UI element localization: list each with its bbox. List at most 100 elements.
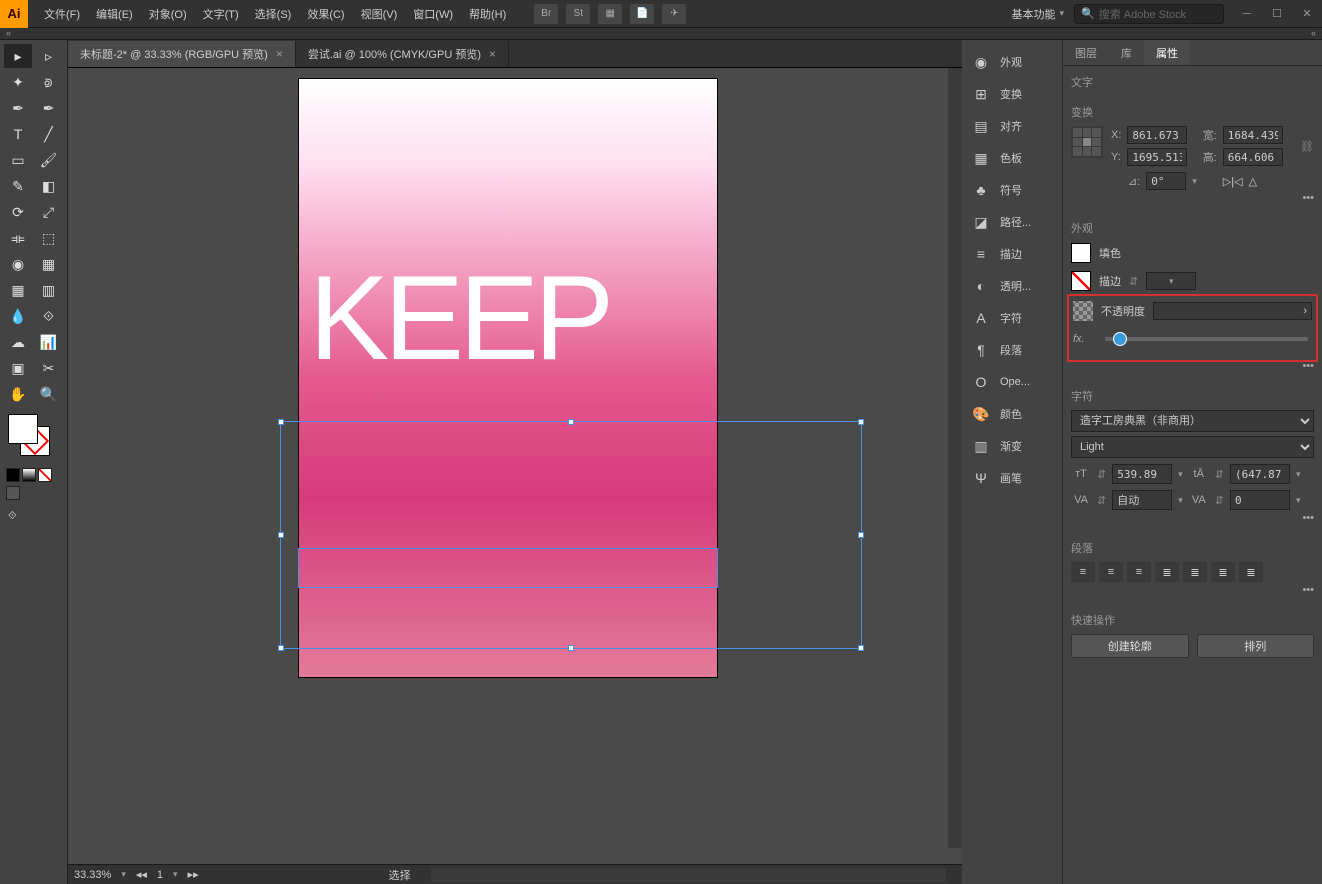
gradient-mode-swatch[interactable] bbox=[22, 468, 36, 482]
doc-icon[interactable]: 📄 bbox=[630, 4, 654, 24]
menu-window[interactable]: 窗口(W) bbox=[405, 0, 461, 28]
menu-edit[interactable]: 编辑(E) bbox=[88, 0, 141, 28]
align-center-button[interactable]: ≡ bbox=[1099, 562, 1123, 582]
angle-input[interactable] bbox=[1146, 172, 1186, 190]
x-input[interactable] bbox=[1127, 126, 1187, 144]
menu-help[interactable]: 帮助(H) bbox=[461, 0, 514, 28]
bridge-icon[interactable]: Br bbox=[534, 4, 558, 24]
more-options-icon[interactable]: ••• bbox=[1071, 358, 1314, 374]
blend-tool[interactable]: ⟐ bbox=[35, 304, 63, 328]
tracking-stepper[interactable]: ⇵ bbox=[1215, 494, 1224, 507]
free-transform-tool[interactable]: ⬚ bbox=[35, 226, 63, 250]
more-options-icon[interactable]: ••• bbox=[1071, 190, 1314, 206]
chevron-down-icon[interactable]: ▾ bbox=[173, 869, 178, 880]
handle-icon[interactable] bbox=[858, 419, 864, 425]
pen-tool[interactable]: ✒ bbox=[4, 96, 32, 120]
justify-right-button[interactable]: ≣ bbox=[1211, 562, 1235, 582]
symbol-tool[interactable]: ☁ bbox=[4, 330, 32, 354]
page-nav-next[interactable]: ▸▸ bbox=[188, 868, 199, 881]
panel-swatches[interactable]: ▦色板 bbox=[962, 142, 1062, 174]
perspective-tool[interactable]: ▦ bbox=[35, 252, 63, 276]
align-left-button[interactable]: ≡ bbox=[1071, 562, 1095, 582]
chevron-down-icon[interactable]: ▾ bbox=[1296, 469, 1301, 480]
handle-icon[interactable] bbox=[858, 645, 864, 651]
handle-icon[interactable] bbox=[858, 532, 864, 538]
hand-tool[interactable]: ✋ bbox=[4, 382, 32, 406]
chevron-down-icon[interactable]: ▾ bbox=[121, 869, 126, 880]
menu-view[interactable]: 视图(V) bbox=[353, 0, 406, 28]
flip-h-icon[interactable]: ▷|◁ bbox=[1223, 175, 1243, 188]
font-family-select[interactable]: 造字工房典黑（非商用） bbox=[1071, 410, 1314, 432]
menu-type[interactable]: 文字(T) bbox=[195, 0, 247, 28]
justify-center-button[interactable]: ≣ bbox=[1183, 562, 1207, 582]
tracking-input[interactable] bbox=[1230, 490, 1290, 510]
stock-icon[interactable]: St bbox=[566, 4, 590, 24]
more-options-icon[interactable]: ••• bbox=[1071, 582, 1314, 598]
lasso-tool[interactable]: ⟄ bbox=[35, 70, 63, 94]
shape-builder-tool[interactable]: ◉ bbox=[4, 252, 32, 276]
chevron-down-icon[interactable]: ▾ bbox=[1192, 176, 1197, 187]
panel-appearance[interactable]: ◉外观 bbox=[962, 46, 1062, 78]
close-icon[interactable]: × bbox=[276, 47, 283, 61]
panel-pathfinder[interactable]: ◪路径... bbox=[962, 206, 1062, 238]
draw-mode-icon[interactable]: ⟐ bbox=[0, 502, 67, 531]
font-size-input[interactable] bbox=[1112, 464, 1172, 484]
justify-left-button[interactable]: ≣ bbox=[1155, 562, 1179, 582]
canvas[interactable]: KEEP bbox=[68, 68, 962, 864]
line-tool[interactable]: ╱ bbox=[35, 122, 63, 146]
handle-icon[interactable] bbox=[278, 532, 284, 538]
fill-swatch[interactable] bbox=[1071, 243, 1091, 263]
panel-transparency[interactable]: ◐透明... bbox=[962, 270, 1062, 302]
close-button[interactable]: ✕ bbox=[1292, 4, 1322, 24]
justify-all-button[interactable]: ≣ bbox=[1239, 562, 1263, 582]
panel-color[interactable]: 🎨颜色 bbox=[962, 398, 1062, 430]
panel-transform[interactable]: ⊞变换 bbox=[962, 78, 1062, 110]
y-input[interactable] bbox=[1127, 148, 1187, 166]
zoom-level[interactable]: 33.33% bbox=[74, 869, 111, 881]
tab-properties[interactable]: 属性 bbox=[1144, 40, 1190, 65]
handle-icon[interactable] bbox=[278, 419, 284, 425]
vertical-scrollbar[interactable] bbox=[948, 68, 962, 848]
menu-file[interactable]: 文件(F) bbox=[36, 0, 88, 28]
leading-stepper[interactable]: ⇵ bbox=[1215, 468, 1224, 481]
workspace-selector[interactable]: 基本功能 ▾ bbox=[1001, 6, 1074, 22]
opacity-slider[interactable] bbox=[1105, 337, 1308, 341]
menu-object[interactable]: 对象(O) bbox=[141, 0, 195, 28]
scale-tool[interactable]: ⤢ bbox=[35, 200, 63, 224]
handle-icon[interactable] bbox=[278, 645, 284, 651]
panel-character[interactable]: A字符 bbox=[962, 302, 1062, 334]
share-icon[interactable]: ✈ bbox=[662, 4, 686, 24]
kerning-stepper[interactable]: ⇵ bbox=[1097, 494, 1106, 507]
eraser-tool[interactable]: ◧ bbox=[35, 174, 63, 198]
panel-stroke[interactable]: ≡描边 bbox=[962, 238, 1062, 270]
w-input[interactable] bbox=[1223, 126, 1283, 144]
rectangle-tool[interactable]: ▭ bbox=[4, 148, 32, 172]
chevron-down-icon[interactable]: ▾ bbox=[1296, 495, 1301, 506]
panel-opentype[interactable]: OOpe... bbox=[962, 366, 1062, 398]
panel-gradient[interactable]: ▥渐变 bbox=[962, 430, 1062, 462]
menu-effect[interactable]: 效果(C) bbox=[299, 0, 352, 28]
stroke-weight-dropdown[interactable]: ▾ bbox=[1146, 272, 1196, 290]
chevron-down-icon[interactable]: ▾ bbox=[1178, 469, 1183, 480]
type-tool[interactable]: T bbox=[4, 122, 32, 146]
mesh-tool[interactable]: ▦ bbox=[4, 278, 32, 302]
create-outline-button[interactable]: 创建轮廓 bbox=[1071, 634, 1189, 658]
color-mode-swatch[interactable] bbox=[6, 468, 20, 482]
chevron-down-icon[interactable]: ▾ bbox=[1178, 495, 1183, 506]
more-options-icon[interactable]: ••• bbox=[1071, 510, 1314, 526]
strip-left-icon[interactable]: « bbox=[6, 28, 1316, 38]
tab-layers[interactable]: 图层 bbox=[1063, 40, 1109, 65]
panel-align[interactable]: ▤对齐 bbox=[962, 110, 1062, 142]
flip-v-icon[interactable]: △ bbox=[1249, 175, 1257, 188]
doc-tab-2[interactable]: 尝试.ai @ 100% (CMYK/GPU 预览) × bbox=[296, 41, 509, 67]
fill-color-swatch[interactable] bbox=[8, 414, 38, 444]
direct-select-tool[interactable]: ▹ bbox=[35, 44, 63, 68]
opacity-swatch[interactable] bbox=[1073, 301, 1093, 321]
width-tool[interactable]: ⟚ bbox=[4, 226, 32, 250]
magic-wand-tool[interactable]: ✦ bbox=[4, 70, 32, 94]
screen-mode-swatch[interactable] bbox=[6, 486, 20, 500]
kerning-input[interactable] bbox=[1112, 490, 1172, 510]
selection-tool[interactable]: ▸ bbox=[4, 44, 32, 68]
stroke-stepper[interactable]: ⇵ bbox=[1129, 275, 1138, 288]
gradient-tool[interactable]: ▥ bbox=[35, 278, 63, 302]
